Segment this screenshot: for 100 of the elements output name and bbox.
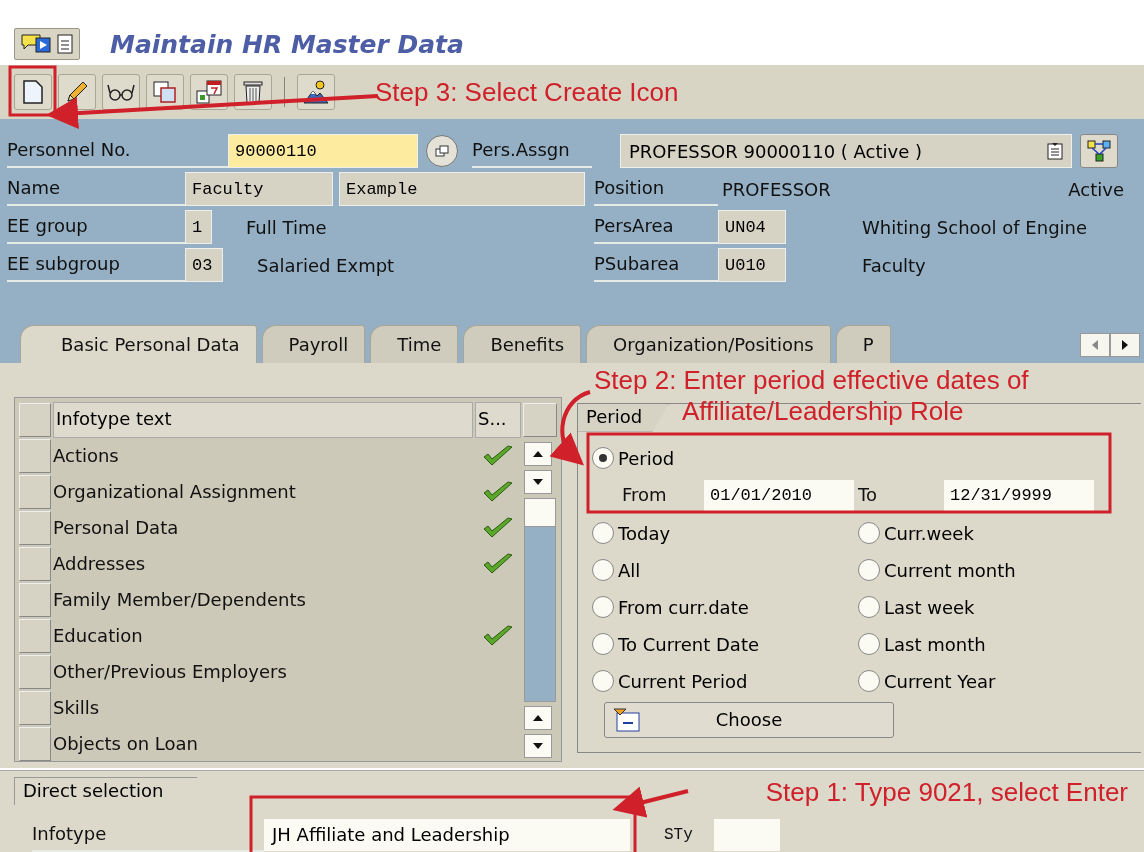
field-label: Pers.Assgn: [472, 134, 592, 169]
org-structure-button[interactable]: [1080, 134, 1118, 169]
row-selector[interactable]: [19, 546, 51, 581]
assignment-dropdown[interactable]: PROFESSOR 90000110 ( Active ): [620, 134, 1072, 169]
checkmark-icon: [482, 443, 514, 468]
checkmark-icon: [482, 515, 514, 540]
copy-icon: [152, 80, 178, 105]
group-title: Period: [578, 403, 670, 432]
radio-option[interactable]: To Current Date: [592, 625, 858, 663]
clipboard-icon: [56, 32, 74, 56]
edit-button[interactable]: [58, 74, 96, 111]
title-toolbar-button[interactable]: [14, 28, 80, 60]
tab[interactable]: P: [835, 324, 891, 363]
field-value: U010: [718, 248, 786, 283]
from-date-field[interactable]: 01/01/2010: [704, 479, 854, 512]
row-selector[interactable]: [19, 726, 51, 761]
field-text: PROFESSOR: [722, 178, 831, 200]
scroll-up-button[interactable]: [524, 441, 552, 466]
row-selector[interactable]: [19, 690, 51, 725]
page-title: Maintain HR Master Data: [110, 29, 464, 59]
row-selector[interactable]: [19, 474, 51, 509]
up-triangle-icon: [532, 713, 544, 722]
table-cell[interactable]: Education: [53, 617, 473, 654]
field-value: Faculty: [185, 172, 333, 207]
checkmark-icon: [482, 623, 514, 648]
field-value: UN04: [718, 210, 786, 245]
step-one-annotation: Step 1: Type 9021, select Enter: [765, 777, 1128, 808]
right-triangle-icon: [1121, 338, 1129, 351]
radio-option[interactable]: Last week: [858, 588, 1131, 626]
table-cell[interactable]: Family Member/Dependents: [53, 581, 473, 618]
checkmark-icon: [482, 479, 514, 504]
field-value: 1: [185, 210, 212, 245]
down-triangle-icon: [532, 741, 544, 750]
to-date-field[interactable]: 12/31/9999: [944, 479, 1094, 512]
subtype-field[interactable]: [714, 819, 780, 851]
tab[interactable]: Basic Personal Data: [20, 324, 257, 363]
down-triangle-icon: [532, 477, 544, 486]
tab[interactable]: Organization/Positions: [586, 324, 831, 363]
mountain-sun-icon: [302, 79, 330, 106]
select-all-cell[interactable]: [19, 402, 51, 437]
row-selector[interactable]: [19, 438, 51, 473]
document-icon: [22, 79, 44, 106]
row-selector[interactable]: [19, 654, 51, 689]
radio-option[interactable]: Current Year: [858, 662, 1131, 700]
tab[interactable]: Benefits: [463, 324, 582, 363]
row-selector[interactable]: [19, 510, 51, 545]
field-label: STy: [664, 826, 694, 844]
list-icon: [1047, 142, 1063, 161]
field-text: Faculty: [862, 254, 926, 276]
calendar-icon: [195, 79, 223, 106]
field-text: Whiting School of Engine: [862, 216, 1088, 238]
personnel-number-field[interactable]: 90000110: [228, 134, 418, 169]
filter-list-icon: [613, 706, 641, 733]
table-cell[interactable]: Personal Data: [53, 509, 473, 546]
search-help-button[interactable]: [426, 135, 458, 168]
step-two-annotation: Step 2: Enter period effective dates of: [594, 364, 1029, 396]
choose-button[interactable]: Choose: [604, 701, 894, 738]
windows-icon: [435, 145, 449, 158]
checkmark-icon: [482, 551, 514, 576]
field-label: Position: [594, 172, 718, 207]
tab[interactable]: Payroll: [261, 324, 366, 363]
step-two-annotation: Affiliate/Leadership Role: [682, 395, 965, 427]
status-text: Active: [1068, 178, 1124, 200]
tab[interactable]: Time: [370, 324, 459, 363]
left-triangle-icon: [1091, 338, 1099, 351]
radio-option[interactable]: Current Period: [592, 662, 858, 700]
radio-option[interactable]: Period: [592, 439, 1131, 477]
radio-option[interactable]: All: [592, 551, 858, 589]
column-header[interactable]: S...: [475, 401, 521, 438]
radio-option[interactable]: From curr.date: [592, 588, 858, 626]
radio-option[interactable]: Current month: [858, 551, 1131, 589]
field-text: Salaried Exmpt: [257, 254, 395, 276]
step-three-annotation: Step 3: Select Create Icon: [375, 76, 679, 108]
create-button[interactable]: [14, 74, 52, 111]
scroll-up-button[interactable]: [524, 705, 552, 730]
row-selector[interactable]: [19, 582, 51, 617]
up-triangle-icon: [532, 449, 544, 458]
table-cell[interactable]: Skills: [53, 689, 473, 726]
scroll-down-button[interactable]: [524, 733, 552, 758]
table-cell[interactable]: Actions: [53, 437, 473, 474]
radio-option[interactable]: Curr.week: [858, 514, 1131, 552]
speech-play-icon: [20, 32, 52, 56]
table-cell[interactable]: Other/Previous Employers: [53, 653, 473, 690]
column-settings-cell[interactable]: [523, 402, 557, 437]
scroll-down-button[interactable]: [524, 469, 552, 494]
infotype-field[interactable]: JH Affiliate and Leadership: [264, 819, 630, 851]
table-cell[interactable]: Organizational Assignment: [53, 473, 473, 510]
row-selector[interactable]: [19, 618, 51, 653]
table-cell[interactable]: Addresses: [53, 545, 473, 582]
display-button[interactable]: [102, 74, 140, 111]
highlight-frame: [8, 65, 57, 117]
group-title: Direct selection: [14, 777, 198, 805]
copy-button[interactable]: [146, 74, 184, 111]
field-value: Example: [339, 172, 585, 207]
scrollbar-thumb[interactable]: [525, 498, 555, 527]
table-cell[interactable]: Objects on Loan: [53, 725, 473, 762]
column-header[interactable]: Infotype text: [53, 401, 473, 438]
radio-option[interactable]: Today: [592, 514, 858, 552]
tab-scroll-right-button[interactable]: [1110, 332, 1140, 357]
radio-option[interactable]: Last month: [858, 625, 1131, 663]
